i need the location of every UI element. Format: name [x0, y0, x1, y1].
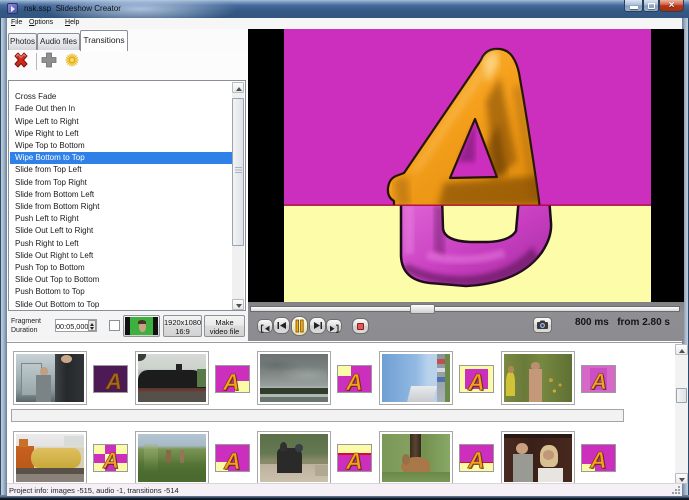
svg-text:A: A — [467, 447, 485, 471]
svg-text:A: A — [105, 369, 122, 392]
svg-text:A: A — [223, 448, 241, 471]
svg-text:A: A — [589, 447, 607, 471]
svg-text:A: A — [102, 448, 119, 471]
svg-text:A: A — [345, 369, 363, 392]
svg-text:A: A — [590, 369, 607, 392]
svg-text:A: A — [222, 369, 240, 392]
svg-text:A: A — [345, 448, 363, 471]
svg-text:A: A — [467, 369, 485, 392]
